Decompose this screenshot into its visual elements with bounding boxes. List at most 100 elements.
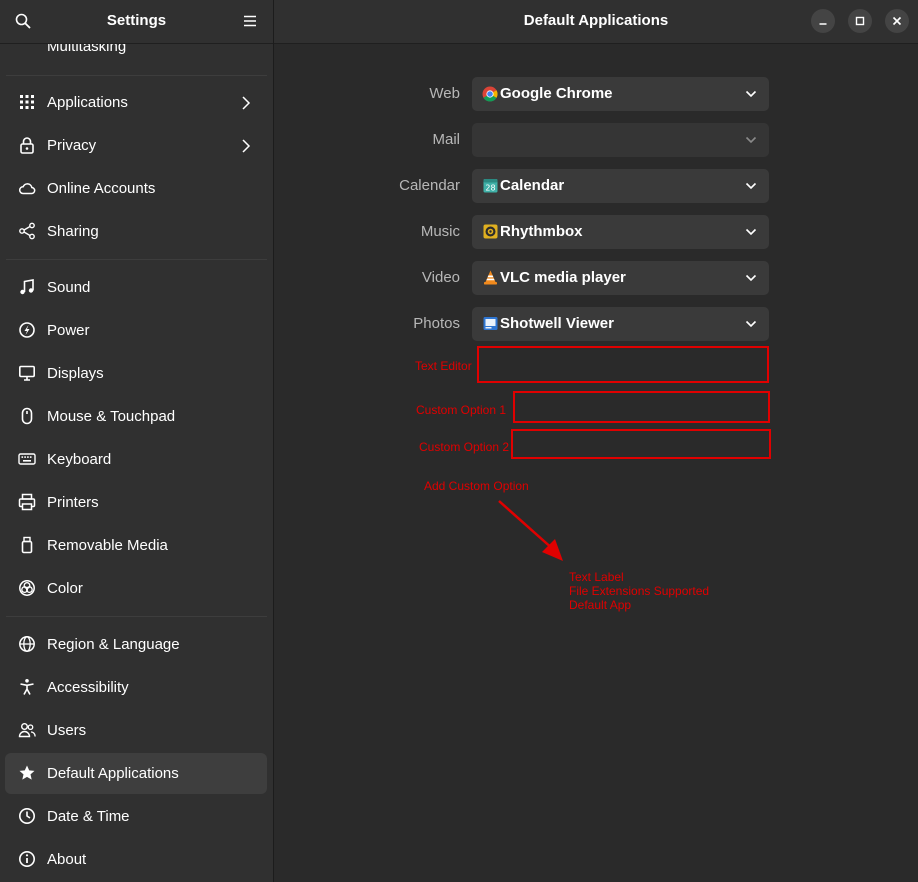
calendar-app-value: Calendar	[500, 177, 565, 194]
sidebar-item-label: Sharing	[47, 223, 99, 240]
sidebar-item-label: Privacy	[47, 137, 97, 154]
clock-icon	[19, 808, 35, 824]
sidebar-item-date-time[interactable]: Date & Time	[5, 796, 267, 837]
shotwell-icon	[483, 317, 498, 330]
main-header: Default Applications	[274, 0, 918, 44]
chevron-down-icon	[745, 90, 757, 98]
sidebar-item-label: Power	[47, 322, 90, 339]
sidebar-item-removable-media[interactable]: Removable Media	[5, 525, 267, 566]
sidebar-item-power[interactable]: Power	[5, 310, 267, 351]
calendar-icon-day: 28	[485, 184, 495, 193]
video-app-dropdown[interactable]: VLC media player	[472, 261, 769, 295]
printer-icon	[18, 493, 36, 511]
web-app-dropdown[interactable]: Google Chrome	[472, 77, 769, 111]
calendar-icon: 28	[483, 179, 498, 193]
mail-label: Mail	[432, 131, 460, 148]
chevron-down-icon	[745, 274, 757, 282]
sidebar-item-label: Keyboard	[47, 451, 112, 468]
sidebar-item-label: Removable Media	[47, 537, 168, 554]
sidebar-item-keyboard[interactable]: Keyboard	[5, 439, 267, 480]
mail-app-dropdown[interactable]	[472, 123, 769, 157]
sidebar-item-label: Mouse & Touchpad	[47, 408, 176, 425]
sidebar-item-label: Color	[47, 580, 83, 597]
sidebar-item-label: Date & Time	[47, 808, 130, 825]
share-icon	[19, 222, 35, 240]
chevron-right-icon	[242, 96, 251, 110]
sidebar-item-users[interactable]: Users	[5, 710, 267, 751]
sidebar-item-label: Users	[47, 722, 87, 739]
sidebar-item-label: Default Applications	[47, 765, 179, 782]
video-label: Video	[421, 269, 460, 286]
chevron-down-icon	[745, 136, 757, 144]
web-label: Web	[429, 85, 460, 102]
sidebar-item-label: Region & Language	[47, 636, 180, 653]
sidebar-item-label: About	[47, 851, 87, 868]
sidebar-item-applications[interactable]: Applications	[5, 82, 267, 123]
chevron-down-icon	[745, 228, 757, 236]
globe-icon	[19, 636, 35, 652]
sidebar: Multitasking Applications Privacy Online…	[0, 0, 274, 882]
photos-app-value: Shotwell Viewer	[500, 315, 614, 332]
sidebar-item-color[interactable]: Color	[5, 568, 267, 609]
color-icon	[19, 580, 35, 596]
sidebar-item-label: Printers	[47, 494, 99, 511]
close-button[interactable]	[885, 9, 909, 33]
chevron-right-icon	[242, 139, 251, 153]
text-editor-annotation-label: Text Editor	[415, 359, 472, 373]
note-line-file-extensions: File Extensions Supported	[569, 584, 710, 598]
sidebar-item-sharing[interactable]: Sharing	[5, 211, 267, 252]
vlc-icon	[484, 270, 497, 285]
sidebar-item-label: Displays	[47, 365, 104, 382]
sidebar-item-label: Online Accounts	[47, 180, 156, 197]
music-app-value: Rhythmbox	[500, 223, 583, 240]
sidebar-divider	[6, 259, 267, 260]
maximize-button[interactable]	[848, 9, 872, 33]
info-icon	[19, 851, 35, 867]
rhythmbox-icon	[483, 224, 498, 239]
cloud-icon	[19, 183, 36, 195]
sidebar-item-displays[interactable]: Displays	[5, 353, 267, 394]
chevron-down-icon	[745, 182, 757, 190]
power-icon	[19, 322, 35, 338]
sidebar-divider	[6, 616, 267, 617]
lock-icon	[20, 137, 34, 154]
music-note-icon	[20, 279, 34, 295]
sidebar-item-label: Accessibility	[47, 679, 129, 696]
text-editor-annotation-box	[477, 346, 769, 383]
chrome-icon	[482, 86, 498, 102]
photos-label: Photos	[413, 315, 460, 332]
web-app-value: Google Chrome	[500, 85, 613, 102]
sidebar-item-region-language[interactable]: Region & Language	[5, 624, 267, 665]
sidebar-item-label: Applications	[47, 94, 128, 111]
sidebar-item-about[interactable]: About	[5, 839, 267, 880]
sidebar-item-accessibility[interactable]: Accessibility	[5, 667, 267, 708]
users-icon	[18, 723, 36, 738]
custom-option-1-annotation-box	[513, 391, 770, 423]
custom-option-1-annotation-label: Custom Option 1	[416, 403, 507, 417]
minimize-icon	[819, 23, 827, 25]
sidebar-item-privacy[interactable]: Privacy	[5, 125, 267, 166]
main-panel: Default Applications Web Google Chrome M…	[274, 0, 918, 882]
photos-app-dropdown[interactable]: Shotwell Viewer	[472, 307, 769, 341]
sidebar-item-printers[interactable]: Printers	[5, 482, 267, 523]
monitor-icon	[18, 365, 35, 381]
custom-option-2-annotation-box	[511, 429, 771, 459]
apps-grid-icon	[20, 95, 34, 109]
sidebar-item-default-applications[interactable]: Default Applications	[5, 753, 267, 794]
calendar-app-dropdown[interactable]: 28 Calendar	[472, 169, 769, 203]
sidebar-item-sound[interactable]: Sound	[5, 267, 267, 308]
sidebar-divider	[6, 75, 267, 76]
sidebar-header: Settings	[0, 0, 273, 44]
minimize-button[interactable]	[811, 9, 835, 33]
sidebar-item-mouse-touchpad[interactable]: Mouse & Touchpad	[5, 396, 267, 437]
usb-drive-icon	[21, 536, 33, 554]
maximize-icon	[855, 16, 865, 26]
sidebar-item-online-accounts[interactable]: Online Accounts	[5, 168, 267, 209]
keyboard-icon	[18, 453, 36, 465]
settings-title: Settings	[106, 12, 167, 29]
hamburger-menu-icon[interactable]	[241, 12, 259, 30]
note-line-default-app: Default App	[569, 598, 632, 612]
music-label: Music	[420, 223, 460, 240]
video-app-value: VLC media player	[500, 269, 626, 286]
music-app-dropdown[interactable]: Rhythmbox	[472, 215, 769, 249]
